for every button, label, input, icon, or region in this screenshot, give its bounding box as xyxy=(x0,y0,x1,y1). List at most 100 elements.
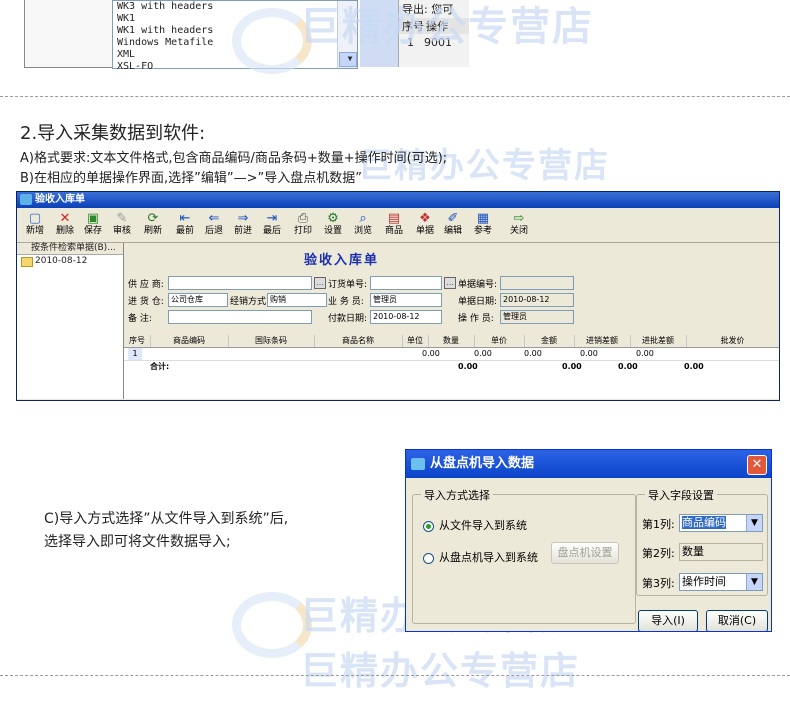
toolbar-button-13[interactable]: ▤ 商品 xyxy=(380,210,408,240)
tree-node-label: 2010-08-12 xyxy=(35,256,88,266)
grid-column-header[interactable]: 商品编码 xyxy=(150,335,229,347)
toolbar-button-15[interactable]: ✐ 编辑 xyxy=(439,210,467,240)
toolbar-button-9[interactable]: ⇥ 最后 xyxy=(258,210,286,240)
cell-qty[interactable]: 0.00 xyxy=(422,348,440,360)
toolbar-button-10[interactable]: ⎙ 打印 xyxy=(289,210,317,240)
toolbar-button-label: 新增 xyxy=(25,226,44,236)
staff-input[interactable]: 管理员 xyxy=(370,293,442,307)
toolbar: ▢ 新增 ✕ 删除 ▣ 保存 ✎ 审核 ⟳ 刷新 ⇤ 最前 ⇐ 后退 ⇒ 前进 ⇥ 最后 ⎙ 打印 ⚙ 设置 ⌕ 浏览 ▤ 商品 ❖… xyxy=(17,208,779,243)
bill-form: 验收入库单 供 应 商: … 进 货 仓: 公司仓库 经销方式: 购销 备 注:… xyxy=(124,243,779,335)
sale-mode-input[interactable]: 购销 xyxy=(267,293,327,307)
requirement-line-b: B)在相应的单据操作界面,选择”编辑”—>”导入盘点机数据” xyxy=(20,171,362,186)
toolbar-button-14[interactable]: ❖ 单据 xyxy=(411,210,439,240)
list-item[interactable]: WK1 xyxy=(113,13,357,25)
radio-label: 从文件导入到系统 xyxy=(439,519,527,532)
col3-label: 第3列: xyxy=(642,577,675,590)
supplier-label: 供 应 商: xyxy=(128,280,164,290)
toolbar-button-5[interactable]: ⟳ 刷新 xyxy=(139,210,167,240)
grid-column-header[interactable]: 批发价 xyxy=(686,335,779,347)
toolbar-button-11[interactable]: ⚙ 设置 xyxy=(319,210,347,240)
list-item[interactable]: WK3 with headers xyxy=(113,1,357,13)
supplier-lookup-icon[interactable]: … xyxy=(314,277,326,289)
chevron-down-icon[interactable]: ▼ xyxy=(339,52,357,67)
toolbar-button-label: 删除 xyxy=(55,226,74,236)
col3-select[interactable]: 操作时间 ▼ xyxy=(679,573,763,591)
order-no-label: 订货单号: xyxy=(328,280,368,290)
cell-diff1[interactable]: 0.00 xyxy=(580,348,598,360)
toolbar-button-8[interactable]: ⇒ 前进 xyxy=(229,210,257,240)
browse-icon: ⌕ xyxy=(359,211,367,226)
toolbar-button-label: 浏览 xyxy=(353,226,372,236)
export-format-list[interactable]: WK3 with headers WK1 WK1 with headers Wi… xyxy=(112,0,358,72)
col2-value: 数量 xyxy=(682,545,704,558)
approve-icon: ✎ xyxy=(116,211,128,226)
grid-column-header[interactable]: 数量 xyxy=(428,335,475,347)
toolbar-button-16[interactable]: ▦ 参考 xyxy=(469,210,497,240)
forward-icon: ⇒ xyxy=(237,211,249,226)
warehouse-input[interactable]: 公司仓库 xyxy=(168,293,228,307)
bill-date-label: 单据日期: xyxy=(458,297,498,307)
toolbar-button-label: 单据 xyxy=(415,226,434,236)
back-icon: ⇐ xyxy=(208,211,220,226)
cell-diff2[interactable]: 0.00 xyxy=(636,348,654,360)
list-item[interactable]: WK1 with headers xyxy=(113,25,357,37)
tree-node-date[interactable]: 2010-08-12 xyxy=(17,255,123,267)
cancel-button[interactable]: 取消(C) xyxy=(706,610,768,631)
grid-column-header[interactable]: 进销差额 xyxy=(574,335,631,347)
order-no-input[interactable] xyxy=(370,276,442,290)
toolbar-button-label: 后退 xyxy=(204,226,223,236)
pay-date-label: 付款日期: xyxy=(328,314,368,324)
import-button[interactable]: 导入(I) xyxy=(638,610,698,631)
bill-items-grid: 序号 商品编码 国际条码 商品名称 单位 数量 单价 金额 进销差额 进批差额 批发价 1 0.00… xyxy=(124,335,779,399)
pay-date-input[interactable]: 2010-08-12 xyxy=(370,310,442,324)
operator-label: 操 作 员: xyxy=(458,314,494,324)
caption-line-2: 选择导入即可将文件数据导入; xyxy=(44,534,231,550)
window-titlebar[interactable]: 验收入库单 xyxy=(17,192,779,208)
grid-column-header[interactable]: 商品名称 xyxy=(314,335,403,347)
table-row[interactable]: 1 0.00 0.00 0.00 0.00 0.00 xyxy=(124,348,779,361)
toolbar-button-17[interactable]: ⇨ 关闭 xyxy=(505,210,533,240)
grid-total-row: 合计: 0.00 0.00 0.00 0.00 xyxy=(124,361,779,373)
grid-column-header[interactable]: 国际条码 xyxy=(228,335,315,347)
toolbar-button-label: 商品 xyxy=(384,226,403,236)
dialog-titlebar[interactable]: 从盘点机导入数据 ✕ xyxy=(406,450,771,478)
note-input[interactable] xyxy=(168,310,312,324)
grid-column-header[interactable]: 进批差额 xyxy=(630,335,687,347)
chevron-down-icon[interactable]: ▼ xyxy=(746,515,762,531)
toolbar-button-7[interactable]: ⇐ 后退 xyxy=(200,210,228,240)
toolbar-button-12[interactable]: ⌕ 浏览 xyxy=(349,210,377,240)
list-item[interactable]: XML xyxy=(113,49,357,61)
bill-date-input: 2010-08-12 xyxy=(500,293,574,307)
radio-from-file[interactable]: 从文件导入到系统 xyxy=(423,517,527,533)
toolbar-button-2[interactable]: ✕ 删除 xyxy=(51,210,79,240)
device-settings-button[interactable]: 盘点机设置 xyxy=(551,542,619,564)
list-item[interactable]: XSL-FO xyxy=(113,61,357,73)
close-icon[interactable]: ✕ xyxy=(747,455,767,475)
cell-amount[interactable]: 0.00 xyxy=(524,348,542,360)
radio-from-device[interactable]: 从盘点机导入到系统 xyxy=(423,549,538,565)
new-doc-icon: ▢ xyxy=(28,211,42,226)
cell-price[interactable]: 0.00 xyxy=(474,348,492,360)
col2-label: 第2列: xyxy=(642,547,675,560)
settings-icon: ⚙ xyxy=(327,211,339,226)
chevron-down-icon[interactable]: ▼ xyxy=(746,574,762,590)
grid-column-header[interactable]: 金额 xyxy=(524,335,575,347)
search-bills-button[interactable]: 按条件检索单据(B)... xyxy=(17,243,123,255)
toolbar-button-4[interactable]: ✎ 审核 xyxy=(108,210,136,240)
order-lookup-icon[interactable]: … xyxy=(444,277,456,289)
grid-column-header[interactable]: 单位 xyxy=(402,335,429,347)
toolbar-button-6[interactable]: ⇤ 最前 xyxy=(171,210,199,240)
toolbar-button-label: 前进 xyxy=(233,226,252,236)
supplier-input[interactable] xyxy=(168,276,312,290)
operator-input: 管理员 xyxy=(500,310,574,324)
toolbar-button-3[interactable]: ▣ 保存 xyxy=(79,210,107,240)
grid-column-header[interactable]: 序号 xyxy=(124,335,151,347)
grid-column-header[interactable]: 单价 xyxy=(474,335,525,347)
list-scrollbar[interactable]: ▼ xyxy=(337,1,357,68)
list-item[interactable]: Windows Metafile xyxy=(113,37,357,49)
col1-select[interactable]: 商品编码 ▼ xyxy=(679,514,763,532)
total-diff2: 0.00 xyxy=(684,362,704,371)
window-title: 验收入库单 xyxy=(35,194,85,205)
toolbar-button-1[interactable]: ▢ 新增 xyxy=(21,210,49,240)
col1-value: 商品编码 xyxy=(682,516,726,529)
